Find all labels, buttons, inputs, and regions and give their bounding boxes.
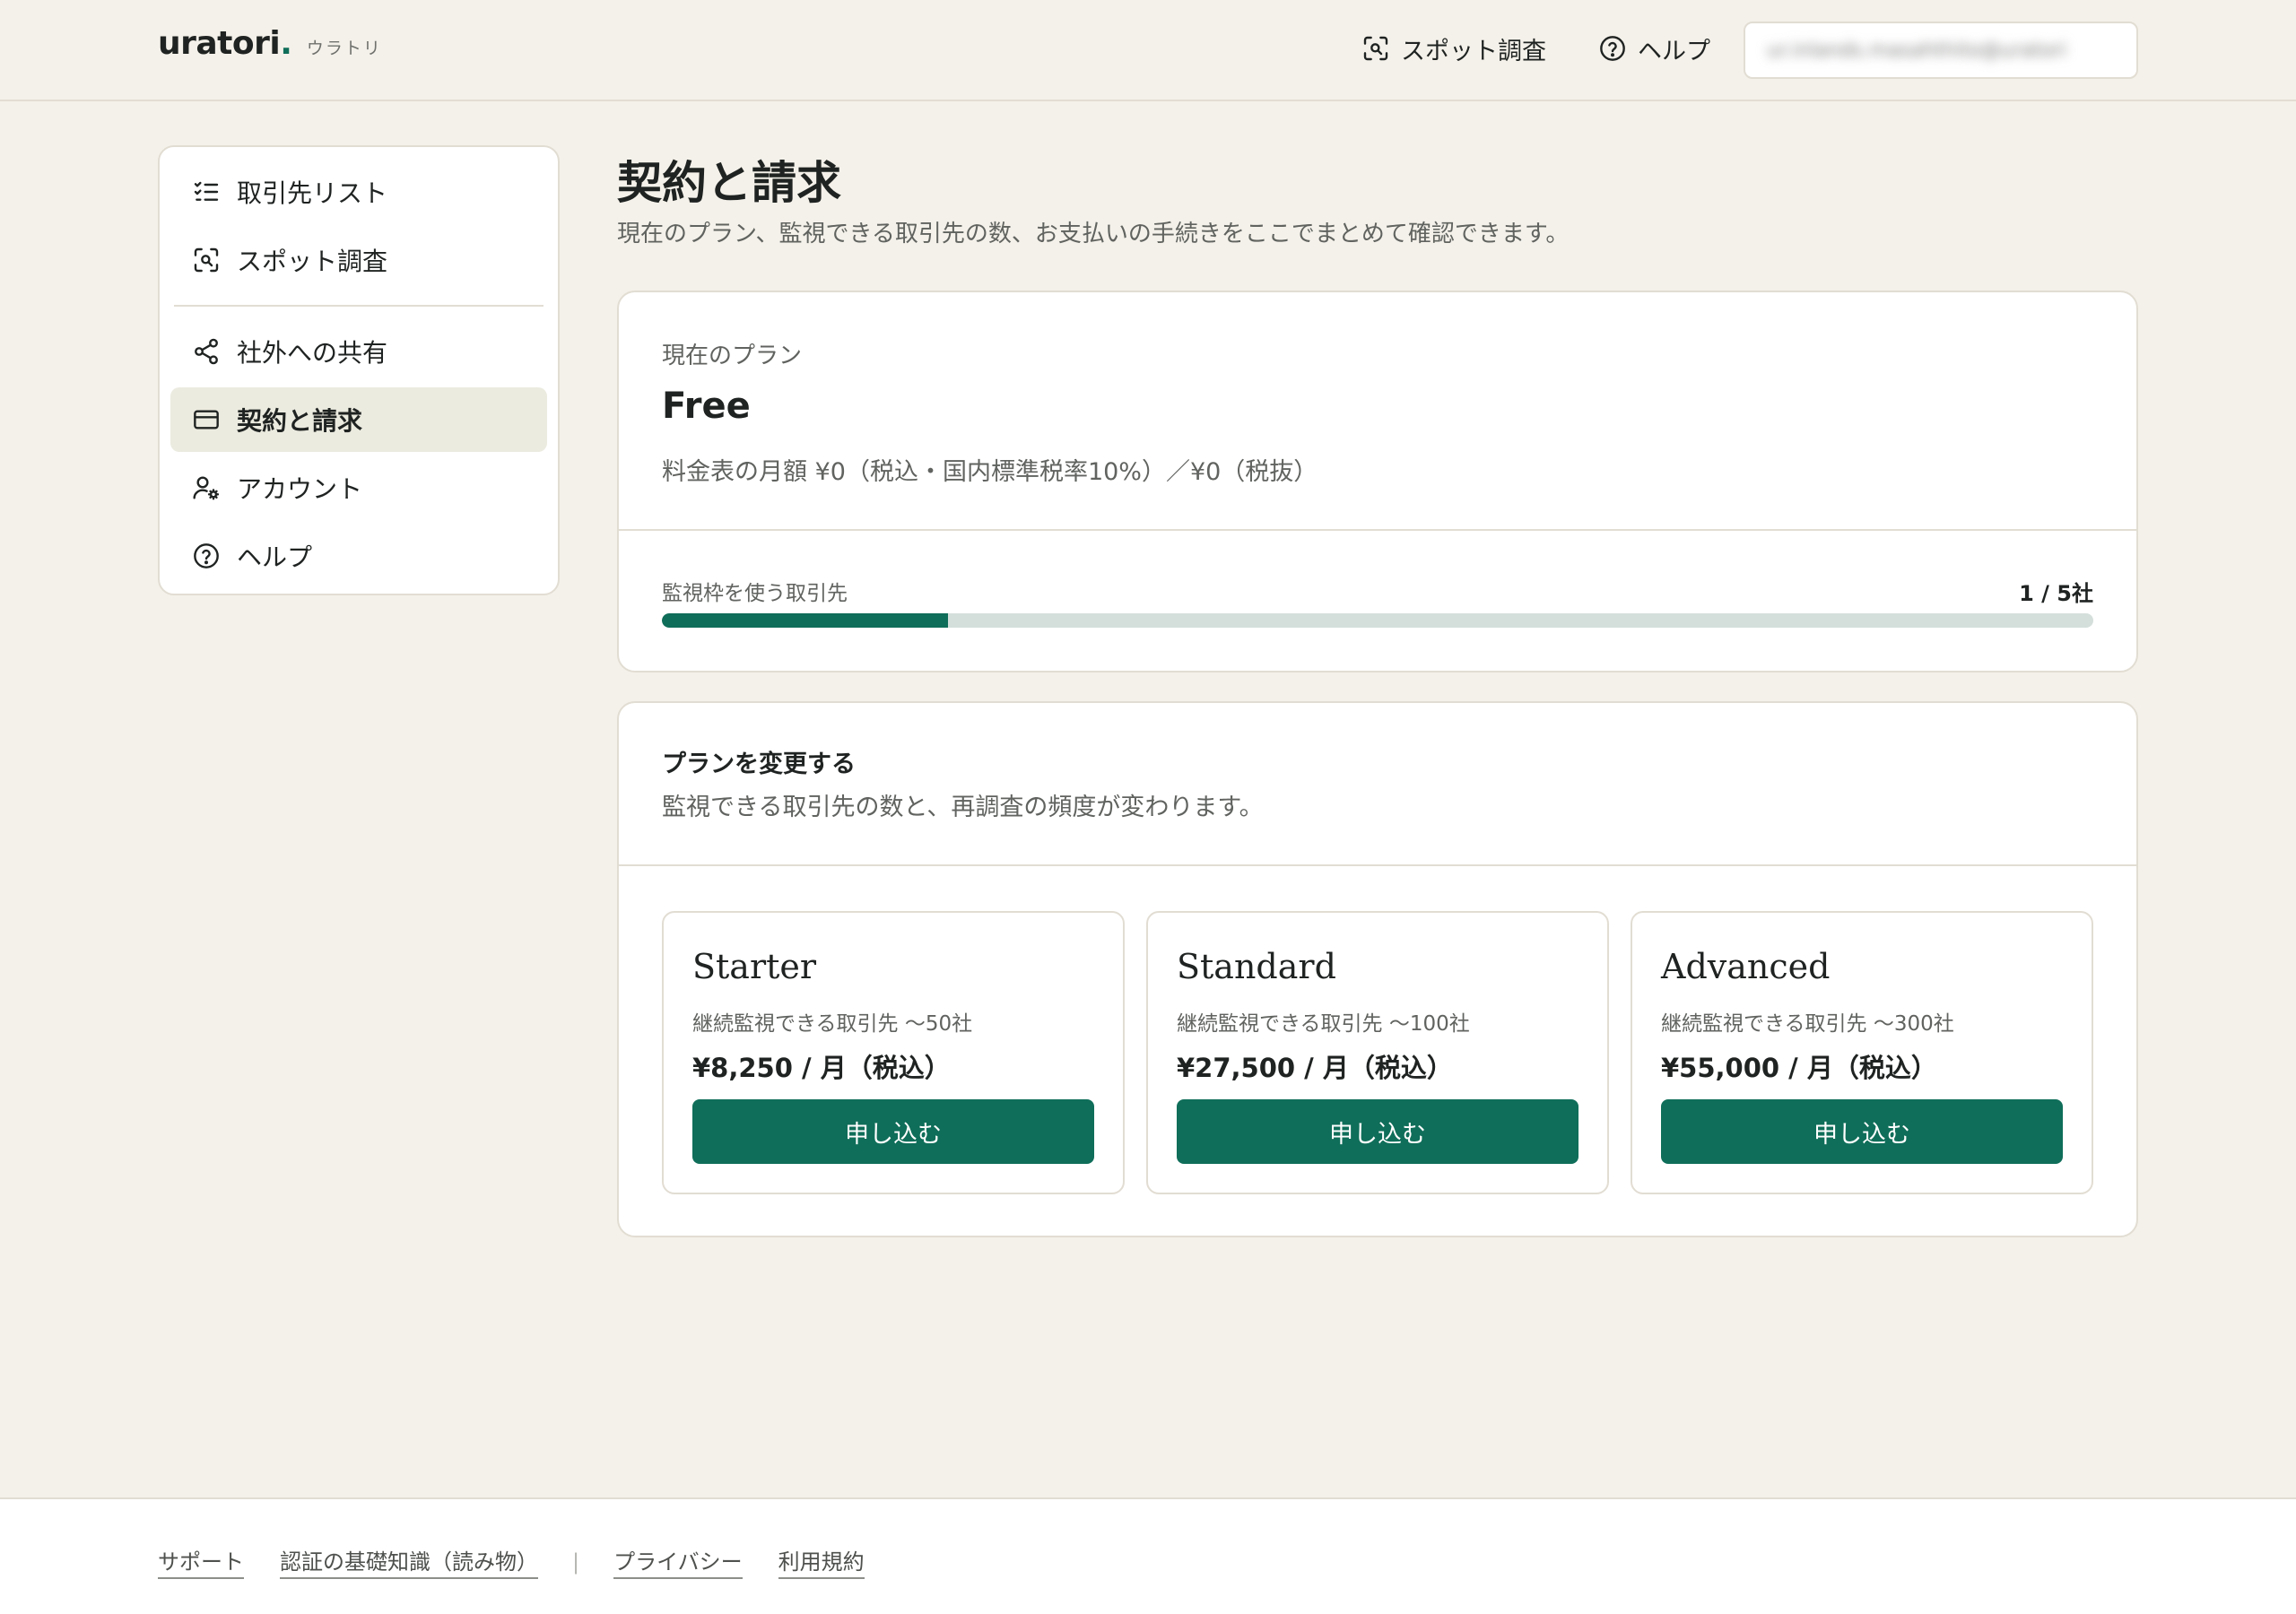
help-circle-icon [1600, 36, 1625, 61]
header-spot-survey-link[interactable]: スポット調査 [1361, 27, 1546, 70]
sidebar-item-account[interactable]: アカウント [170, 456, 547, 520]
user-settings-icon [193, 476, 220, 500]
change-plan-description: 監視できる取引先の数と、再調査の頻度が変わります。 [662, 794, 1264, 821]
logo-dot: . [280, 25, 292, 62]
footer-support-link[interactable]: サポート [158, 1544, 244, 1579]
sidebar-item-label: アカウント [237, 474, 363, 504]
sidebar-item-label: 契約と請求 [237, 406, 363, 436]
page-title: 契約と請求 [617, 156, 841, 209]
sidebar-item-partner-list[interactable]: 取引先リスト [170, 160, 547, 224]
apply-advanced-button[interactable]: 申し込む [1661, 1099, 2063, 1164]
sidebar-item-label: 取引先リスト [237, 178, 388, 208]
tier-price: ¥8,250 / 月（税込） [692, 1053, 951, 1083]
account-email: ur.inlands.masahthito@uratori [1767, 39, 2067, 62]
tier-capacity: 継続監視できる取引先 〜300社 [1661, 1012, 1954, 1036]
logo-kana: ウラトリ [306, 39, 382, 58]
checklist-icon [194, 181, 219, 201]
footer-separator: | [572, 1549, 580, 1575]
sidebar-item-billing[interactable]: 契約と請求 [170, 387, 547, 452]
usage-progress-bar [662, 613, 2093, 628]
logo-wordmark: uratori [158, 25, 281, 62]
tier-name: Advanced [1661, 947, 1831, 986]
sidebar-item-label: ヘルプ [237, 542, 313, 572]
header-help-label: ヘルプ [1638, 37, 1710, 65]
sidebar: 取引先リスト スポット調査 社外への共有 契約と請求 アカウント ヘルプ [158, 145, 560, 595]
sidebar-item-label: スポット調査 [237, 247, 388, 276]
current-plan-card: 現在のプラン Free 料金表の月額 ¥0（税込・国内標準税率10%）／¥0（税… [617, 291, 2138, 672]
change-plan-card: プランを変更する 監視できる取引先の数と、再調査の頻度が変わります。 Start… [617, 701, 2138, 1237]
header-spot-survey-label: スポット調査 [1401, 37, 1546, 65]
card-divider [619, 864, 2136, 866]
sidebar-divider [174, 305, 544, 307]
tier-price: ¥55,000 / 月（税込） [1661, 1053, 1937, 1083]
footer-terms-link[interactable]: 利用規約 [778, 1544, 865, 1579]
usage-progress-fill [662, 613, 949, 628]
account-menu-button[interactable]: ur.inlands.masahthito@uratori [1744, 22, 2138, 79]
sidebar-item-spot-survey[interactable]: スポット調査 [170, 228, 547, 292]
footer: サポート 認証の基礎知識（読み物） | プライバシー 利用規約 [0, 1497, 2296, 1614]
sidebar-item-label: 社外への共有 [237, 338, 388, 368]
change-plan-title: プランを変更する [662, 751, 856, 778]
sidebar-item-external-share[interactable]: 社外への共有 [170, 319, 547, 384]
logo[interactable]: uratori. ウラトリ [158, 25, 382, 62]
plan-tier-standard: Standard 継続監視できる取引先 〜100社 ¥27,500 / 月（税込… [1146, 911, 1609, 1194]
apply-starter-button[interactable]: 申し込む [692, 1099, 1094, 1164]
tier-capacity: 継続監視できる取引先 〜50社 [692, 1012, 973, 1036]
current-plan-price: 料金表の月額 ¥0（税込・国内標準税率10%）／¥0（税抜） [662, 458, 1318, 486]
usage-count: 1 / 5社 [2019, 581, 2093, 606]
tier-price: ¥27,500 / 月（税込） [1177, 1053, 1453, 1083]
header-help-link[interactable]: ヘルプ [1598, 27, 1710, 70]
tier-name: Starter [692, 947, 817, 986]
footer-basics-link[interactable]: 認証の基礎知識（読み物） [280, 1544, 538, 1579]
credit-card-icon [194, 410, 219, 430]
page-description: 現在のプラン、監視できる取引先の数、お支払いの手続きをここでまとめて確認できます… [617, 221, 1570, 247]
footer-links: サポート 認証の基礎知識（読み物） | プライバシー 利用規約 [158, 1544, 865, 1579]
usage-label: 監視枠を使う取引先 [662, 582, 848, 605]
plan-tier-starter: Starter 継続監視できる取引先 〜50社 ¥8,250 / 月（税込） 申… [662, 911, 1125, 1194]
footer-privacy-link[interactable]: プライバシー [613, 1544, 743, 1579]
scan-search-icon [1363, 36, 1388, 61]
sidebar-item-help[interactable]: ヘルプ [170, 524, 547, 588]
current-plan-label: 現在のプラン [662, 343, 803, 369]
scan-search-icon [194, 247, 219, 273]
apply-standard-button[interactable]: 申し込む [1177, 1099, 1578, 1164]
card-divider [619, 529, 2136, 531]
tier-capacity: 継続監視できる取引先 〜100社 [1177, 1012, 1470, 1036]
plan-tier-advanced: Advanced 継続監視できる取引先 〜300社 ¥55,000 / 月（税込… [1631, 911, 2093, 1194]
help-circle-icon [194, 543, 219, 568]
current-plan-name: Free [662, 386, 751, 427]
top-header: uratori. ウラトリ スポット調査 ヘルプ ur.inlands.masa… [0, 0, 2296, 101]
tier-name: Standard [1177, 947, 1336, 986]
share-icon [195, 338, 218, 365]
